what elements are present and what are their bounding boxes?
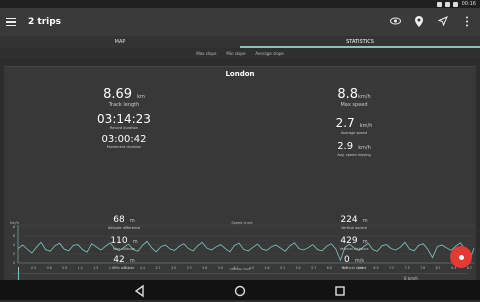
max-altitude-value: 110 bbox=[110, 236, 128, 246]
max-speed-stat: 8.8km/h Max speed bbox=[294, 83, 414, 108]
home-icon[interactable] bbox=[233, 283, 247, 297]
max-speed-label: Max speed bbox=[340, 102, 368, 108]
y-tick-label: 0 bbox=[13, 261, 15, 265]
vertical-speed-value: 0 bbox=[344, 255, 350, 265]
y-tick-label: 4 bbox=[13, 243, 16, 247]
chart-title: Speed chart bbox=[231, 221, 253, 225]
y-tick-label: 8 bbox=[13, 225, 15, 229]
app-bar: 2 trips bbox=[0, 8, 480, 36]
average-speed-stat: 2.7 km/h Average speed bbox=[294, 112, 414, 135]
battery-icon bbox=[452, 1, 458, 7]
signal-icon bbox=[444, 1, 450, 7]
more-vert-icon[interactable] bbox=[460, 14, 474, 28]
trip-stats-card: London 8.69 km Track length 8.8km/h Max … bbox=[4, 66, 476, 300]
avg-speed-moving-label: Avg. speed moving bbox=[337, 153, 371, 157]
altitude-difference-value: 68 bbox=[113, 215, 125, 225]
card-title: London bbox=[225, 70, 255, 78]
movement-duration-value: 03:00:42 bbox=[101, 134, 147, 145]
movement-duration-label: Movement duration bbox=[106, 145, 142, 149]
record-duration-value: 03:14:23 bbox=[97, 112, 151, 126]
altitude-chart-title: Altitude chart bbox=[229, 267, 251, 271]
y-tick-label: 2 bbox=[13, 252, 15, 256]
record-icon bbox=[458, 254, 464, 260]
page-title: 2 trips bbox=[28, 17, 62, 27]
record-button[interactable] bbox=[450, 246, 472, 268]
record-duration-label: Record duration bbox=[110, 126, 138, 130]
navigation-icon[interactable] bbox=[436, 14, 450, 28]
sort-bar: Max slope Min slope Average slope bbox=[0, 48, 480, 58]
eye-icon[interactable] bbox=[388, 14, 402, 28]
avg-speed-moving-value: 2.9 bbox=[337, 141, 354, 152]
altitude-difference-stat: 68 m Altitude difference bbox=[64, 207, 184, 230]
system-nav-bar bbox=[0, 280, 480, 300]
tab-bar: MAP STATISTICS bbox=[0, 36, 480, 48]
movement-duration-stat: 03:00:42 Movement duration bbox=[64, 134, 184, 149]
vertical-distance-value: 429 bbox=[340, 236, 358, 246]
avg-speed-moving-stat: 2.9 km/h Avg. speed moving bbox=[294, 134, 414, 157]
record-duration-stat: 03:14:23 Record duration bbox=[64, 112, 184, 130]
vertical-ascent-stat: 224 m Vertical ascent bbox=[294, 207, 414, 230]
vertical-ascent-value: 224 bbox=[340, 215, 358, 225]
menu-icon[interactable] bbox=[6, 14, 22, 30]
sort-average-slope[interactable]: Average slope bbox=[255, 51, 283, 56]
status-bar: 00:16 bbox=[0, 0, 480, 8]
y-tick-label: 6 bbox=[13, 234, 15, 238]
tab-map[interactable]: MAP bbox=[0, 36, 240, 48]
min-altitude-value: 42 bbox=[113, 255, 125, 265]
sort-max-slope[interactable]: Max slope bbox=[196, 51, 216, 56]
sort-min-slope[interactable]: Min slope bbox=[226, 51, 245, 56]
wifi-icon bbox=[436, 1, 442, 7]
back-icon[interactable] bbox=[133, 283, 147, 298]
max-speed-value: 8.8 bbox=[337, 87, 359, 102]
recents-icon[interactable] bbox=[333, 283, 347, 297]
section-divider bbox=[12, 273, 468, 274]
track-length-label: Track length bbox=[108, 102, 140, 108]
track-length-stat: 8.69 km Track length bbox=[64, 83, 184, 108]
track-length-value: 8.69 bbox=[103, 87, 133, 102]
place-icon[interactable] bbox=[412, 14, 426, 28]
status-time: 00:16 bbox=[461, 1, 476, 7]
average-speed-value: 2.7 bbox=[335, 116, 355, 130]
